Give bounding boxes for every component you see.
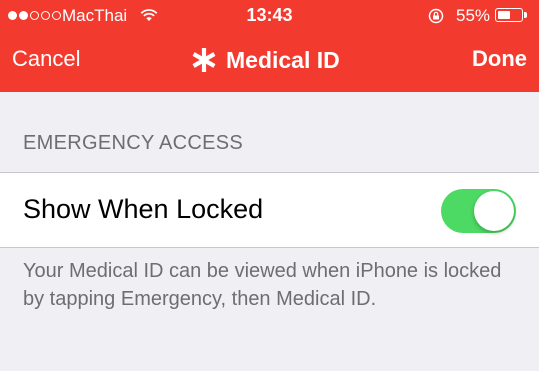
nav-title: Medical ID bbox=[190, 46, 340, 74]
show-when-locked-label: Show When Locked bbox=[23, 194, 264, 224]
show-when-locked-row: Show When Locked bbox=[0, 172, 539, 248]
navigation-header: MacThai 13:43 55% Cancel Medical ID Done bbox=[0, 0, 539, 92]
footer-description: Your Medical ID can be viewed when iPhon… bbox=[23, 260, 502, 310]
status-bar: MacThai 13:43 55% bbox=[0, 0, 539, 32]
toggle-knob bbox=[474, 191, 514, 231]
done-button[interactable]: Done bbox=[472, 46, 527, 72]
section-header: EMERGENCY ACCESS bbox=[23, 132, 244, 154]
page-title: Medical ID bbox=[226, 46, 340, 73]
show-when-locked-toggle[interactable] bbox=[441, 189, 516, 233]
medical-star-icon bbox=[192, 48, 216, 72]
battery-percent: 55% bbox=[456, 6, 491, 25]
battery-icon bbox=[495, 8, 523, 22]
rotation-lock-icon bbox=[428, 8, 444, 24]
cancel-button[interactable]: Cancel bbox=[12, 46, 80, 72]
battery-tip bbox=[524, 12, 527, 18]
